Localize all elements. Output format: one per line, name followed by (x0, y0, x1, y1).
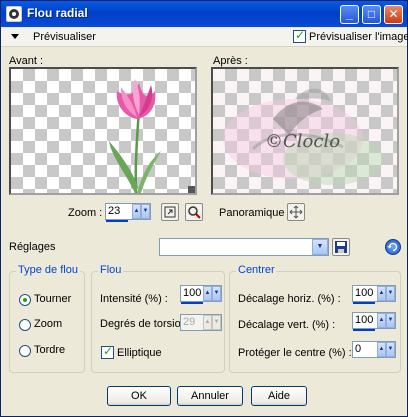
elliptical-checkbox[interactable]: ✓ (101, 344, 114, 359)
close-button[interactable]: ✕ (384, 5, 403, 24)
twist-up-icon: ▲ (203, 315, 212, 330)
radio-zoom-label[interactable]: Zoom (34, 318, 62, 330)
zoom-up-icon[interactable]: ▲ (132, 204, 141, 219)
v-offset-value[interactable]: 100 (355, 314, 373, 326)
zoom-magnifier-button[interactable] (185, 203, 203, 221)
magnifier-icon (188, 206, 201, 219)
minimize-button[interactable]: _ (340, 5, 359, 24)
protect-center-label: Protéger le centre (%) : (238, 347, 352, 359)
zoom-down-icon[interactable]: ▼ (141, 204, 150, 219)
tulip-image (109, 79, 161, 193)
zoom-label: Zoom : (68, 207, 103, 219)
blur-title: Flou (98, 264, 124, 276)
intensity-spinner[interactable]: 100 ▲ ▼ (180, 285, 222, 304)
presets-combobox[interactable]: ▼ (159, 238, 329, 256)
v-offset-down-icon[interactable]: ▼ (386, 313, 395, 328)
radio-selected-dot (23, 298, 27, 302)
protect-center-value[interactable]: 0 (355, 343, 361, 355)
checkmark-icon: ✓ (103, 344, 114, 358)
blurred-watermark-image: ©Cloclo (223, 88, 383, 185)
blur-type-group: Type de flou Tourner Zoom Tordre (9, 264, 85, 373)
preview-toggle-label[interactable]: Prévisualiser (33, 31, 96, 43)
after-label: Après : (213, 55, 248, 67)
window-title: Flou radial (27, 6, 88, 20)
intensity-down-icon[interactable]: ▼ (212, 286, 221, 301)
preview-image-checkbox[interactable]: ✓ (293, 28, 306, 43)
h-offset-label: Décalage horiz. (%) : (238, 293, 341, 305)
twist-value: 29 (183, 316, 196, 328)
center-title: Centrer (236, 264, 277, 276)
save-preset-button[interactable] (332, 238, 350, 256)
zoom-fit-button[interactable] (161, 203, 179, 221)
blur-type-title: Type de flou (16, 264, 80, 276)
before-label: Avant : (9, 55, 44, 67)
protect-down-icon[interactable]: ▼ (386, 342, 395, 357)
before-preview[interactable] (9, 67, 197, 195)
pan-button[interactable] (287, 203, 305, 221)
radio-tourner[interactable] (19, 294, 31, 306)
checkmark-icon: ✓ (295, 28, 306, 42)
zoom-value[interactable]: 23 (108, 205, 120, 217)
v-offset-label: Décalage vert. (%) : (238, 319, 336, 331)
title-bar[interactable]: Flou radial _ □ ✕ (1, 1, 407, 27)
h-offset-value[interactable]: 100 (355, 287, 373, 299)
h-offset-spinner[interactable]: 100 ▲ ▼ (352, 285, 396, 304)
pan-label: Panoramique : (219, 207, 291, 219)
presets-label: Réglages (9, 241, 56, 253)
pane-resize-corner[interactable] (188, 186, 195, 193)
h-offset-down-icon[interactable]: ▼ (386, 286, 395, 301)
intensity-value[interactable]: 100 (183, 287, 201, 299)
radio-tourner-label[interactable]: Tourner (34, 293, 71, 305)
twist-spinner: 29 ▲ ▼ (180, 314, 222, 331)
ok-button[interactable]: OK (107, 386, 171, 406)
intensity-label: Intensité (%) : (100, 293, 168, 305)
protect-up-icon[interactable]: ▲ (377, 342, 386, 357)
watermark-text: ©Cloclo (265, 131, 340, 152)
v-offset-spinner[interactable]: 100 ▲ ▼ (352, 312, 396, 331)
radio-zoom[interactable] (19, 319, 31, 331)
cancel-button[interactable]: Annuler (177, 386, 243, 406)
preview-image-label[interactable]: Prévisualiser l'image (309, 31, 408, 43)
center-group: Centrer Décalage horiz. (%) : 100 ▲ ▼ Déc… (229, 264, 401, 373)
h-offset-up-icon[interactable]: ▲ (377, 286, 386, 301)
collapse-arrow-icon[interactable] (11, 34, 19, 39)
move-icon (289, 205, 303, 219)
dialog-window: Flou radial _ □ ✕ Prévisualiser ✓ Prévis… (0, 0, 408, 417)
dropdown-arrow-icon[interactable]: ▼ (312, 239, 328, 255)
twist-down-icon: ▼ (212, 315, 221, 330)
preview-toggle-row: Prévisualiser ✓ Prévisualiser l'image (1, 28, 408, 47)
reset-arrow-icon (387, 242, 398, 252)
elliptical-label[interactable]: Elliptique (117, 347, 162, 359)
radio-tordre-label[interactable]: Tordre (34, 344, 65, 356)
floppy-disk-icon (335, 241, 347, 253)
v-offset-up-icon[interactable]: ▲ (377, 313, 386, 328)
blur-group: Flou Intensité (%) : 100 ▲ ▼ Degrés de to… (91, 264, 225, 373)
fit-icon (164, 206, 176, 218)
maximize-button[interactable]: □ (362, 5, 381, 24)
zoom-spinner[interactable]: 23 ▲ ▼ (105, 203, 151, 222)
reset-button[interactable] (385, 239, 401, 255)
radio-tordre[interactable] (19, 345, 31, 357)
protect-center-spinner[interactable]: 0 ▲ ▼ (352, 341, 396, 358)
after-preview: ©Cloclo (211, 67, 399, 195)
twist-label: Degrés de torsion : (100, 318, 193, 330)
app-icon (6, 6, 22, 22)
intensity-up-icon[interactable]: ▲ (203, 286, 212, 301)
help-button[interactable]: Aide (251, 386, 307, 406)
